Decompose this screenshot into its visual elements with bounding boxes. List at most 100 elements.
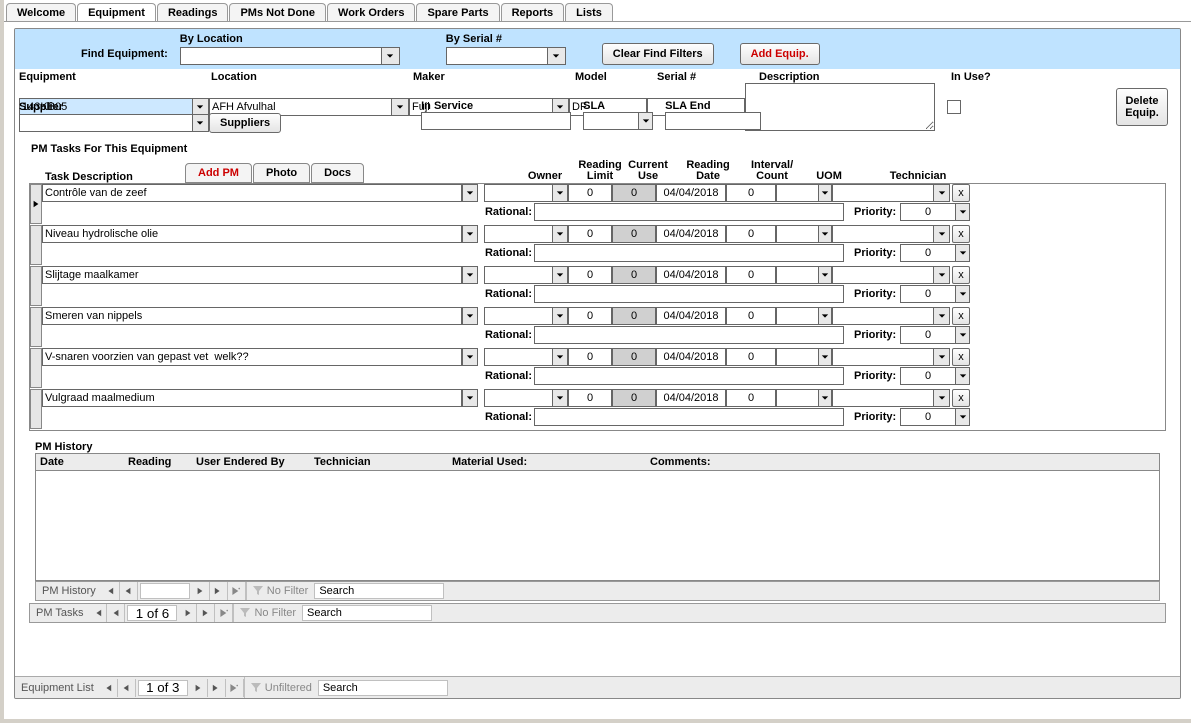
priority-combo[interactable]: [900, 408, 970, 426]
chevron-down-icon[interactable]: [818, 267, 831, 283]
chevron-down-icon[interactable]: [552, 185, 567, 201]
owner-input[interactable]: [485, 185, 552, 201]
clear-find-filters-button[interactable]: Clear Find Filters: [602, 43, 714, 65]
task-desc-dropdown[interactable]: [462, 184, 478, 202]
by-location-input[interactable]: [181, 48, 381, 64]
chevron-down-icon[interactable]: [552, 390, 567, 406]
chevron-down-icon[interactable]: [955, 327, 969, 343]
add-equip-button[interactable]: Add Equip.: [740, 43, 820, 65]
current-use-input[interactable]: [612, 348, 656, 366]
docs-button[interactable]: Docs: [311, 163, 364, 183]
pm-tasks-page-input[interactable]: [127, 605, 177, 621]
task-desc-dropdown[interactable]: [462, 348, 478, 366]
chevron-down-icon[interactable]: [552, 308, 567, 324]
priority-input[interactable]: [901, 204, 955, 220]
reading-limit-input[interactable]: [568, 266, 612, 284]
tab-reports[interactable]: Reports: [501, 3, 565, 21]
interval-input[interactable]: [726, 348, 776, 366]
technician-combo[interactable]: [832, 266, 950, 284]
current-use-input[interactable]: [612, 266, 656, 284]
suppliers-button[interactable]: Suppliers: [209, 113, 281, 133]
owner-input[interactable]: [485, 226, 552, 242]
by-serial-combo[interactable]: [446, 47, 566, 65]
inuse-checkbox[interactable]: [947, 100, 961, 114]
last-record-icon[interactable]: [197, 604, 215, 622]
new-record-icon[interactable]: [226, 679, 244, 697]
priority-combo[interactable]: [900, 203, 970, 221]
sla-end-input[interactable]: [665, 112, 761, 130]
pm-tasks-search-input[interactable]: [302, 605, 432, 621]
uom-combo[interactable]: [776, 225, 832, 243]
record-selector[interactable]: [30, 266, 42, 306]
chevron-down-icon[interactable]: [547, 48, 565, 64]
chevron-down-icon[interactable]: [463, 185, 477, 201]
task-desc-dropdown[interactable]: [462, 389, 478, 407]
uom-input[interactable]: [777, 226, 818, 242]
prev-record-icon[interactable]: [118, 679, 136, 697]
by-serial-input[interactable]: [447, 48, 547, 64]
technician-input[interactable]: [833, 226, 933, 242]
uom-input[interactable]: [777, 185, 818, 201]
task-desc-dropdown[interactable]: [462, 307, 478, 325]
tab-lists[interactable]: Lists: [565, 3, 613, 21]
reading-date-input[interactable]: [656, 225, 726, 243]
rational-input[interactable]: [534, 367, 844, 385]
task-description-input[interactable]: [42, 184, 462, 202]
technician-combo[interactable]: [832, 184, 950, 202]
record-selector[interactable]: [30, 348, 42, 388]
rational-input[interactable]: [534, 408, 844, 426]
last-record-icon[interactable]: [210, 582, 228, 600]
interval-input[interactable]: [726, 307, 776, 325]
delete-task-button[interactable]: x: [952, 184, 970, 202]
tab-equipment[interactable]: Equipment: [77, 3, 156, 21]
reading-date-input[interactable]: [656, 348, 726, 366]
uom-combo[interactable]: [776, 307, 832, 325]
task-description-input[interactable]: [42, 348, 462, 366]
owner-combo[interactable]: [484, 307, 568, 325]
sla-input[interactable]: [584, 113, 638, 129]
by-location-combo[interactable]: [180, 47, 400, 65]
uom-combo[interactable]: [776, 389, 832, 407]
chevron-down-icon[interactable]: [955, 245, 969, 261]
chevron-down-icon[interactable]: [818, 390, 831, 406]
equipment-page-input[interactable]: [138, 680, 188, 696]
photo-button[interactable]: Photo: [253, 163, 310, 183]
filter-toggle[interactable]: No Filter: [233, 604, 302, 622]
tab-pms-not-done[interactable]: PMs Not Done: [229, 3, 326, 21]
prev-record-icon[interactable]: [107, 604, 125, 622]
equipment-search-input[interactable]: [318, 680, 448, 696]
next-record-icon[interactable]: [192, 582, 210, 600]
inservice-input[interactable]: [421, 112, 571, 130]
chevron-down-icon[interactable]: [933, 226, 949, 242]
next-record-icon[interactable]: [190, 679, 208, 697]
chevron-down-icon[interactable]: [638, 113, 652, 129]
chevron-down-icon[interactable]: [933, 267, 949, 283]
chevron-down-icon[interactable]: [391, 99, 408, 115]
delete-task-button[interactable]: x: [952, 307, 970, 325]
record-selector[interactable]: [30, 184, 42, 224]
uom-combo[interactable]: [776, 184, 832, 202]
reading-limit-input[interactable]: [568, 389, 612, 407]
owner-input[interactable]: [485, 308, 552, 324]
interval-input[interactable]: [726, 225, 776, 243]
reading-limit-input[interactable]: [568, 184, 612, 202]
technician-combo[interactable]: [832, 348, 950, 366]
first-record-icon[interactable]: [89, 604, 107, 622]
rational-input[interactable]: [534, 203, 844, 221]
owner-input[interactable]: [485, 267, 552, 283]
first-record-icon[interactable]: [100, 679, 118, 697]
chevron-down-icon[interactable]: [933, 349, 949, 365]
technician-input[interactable]: [833, 267, 933, 283]
current-use-input[interactable]: [612, 307, 656, 325]
uom-input[interactable]: [777, 390, 818, 406]
chevron-down-icon[interactable]: [955, 286, 969, 302]
interval-input[interactable]: [726, 266, 776, 284]
technician-combo[interactable]: [832, 225, 950, 243]
chevron-down-icon[interactable]: [463, 390, 477, 406]
pm-history-search-input[interactable]: [314, 583, 444, 599]
chevron-down-icon[interactable]: [463, 226, 477, 242]
chevron-down-icon[interactable]: [818, 308, 831, 324]
task-desc-dropdown[interactable]: [462, 225, 478, 243]
priority-combo[interactable]: [900, 244, 970, 262]
owner-combo[interactable]: [484, 184, 568, 202]
